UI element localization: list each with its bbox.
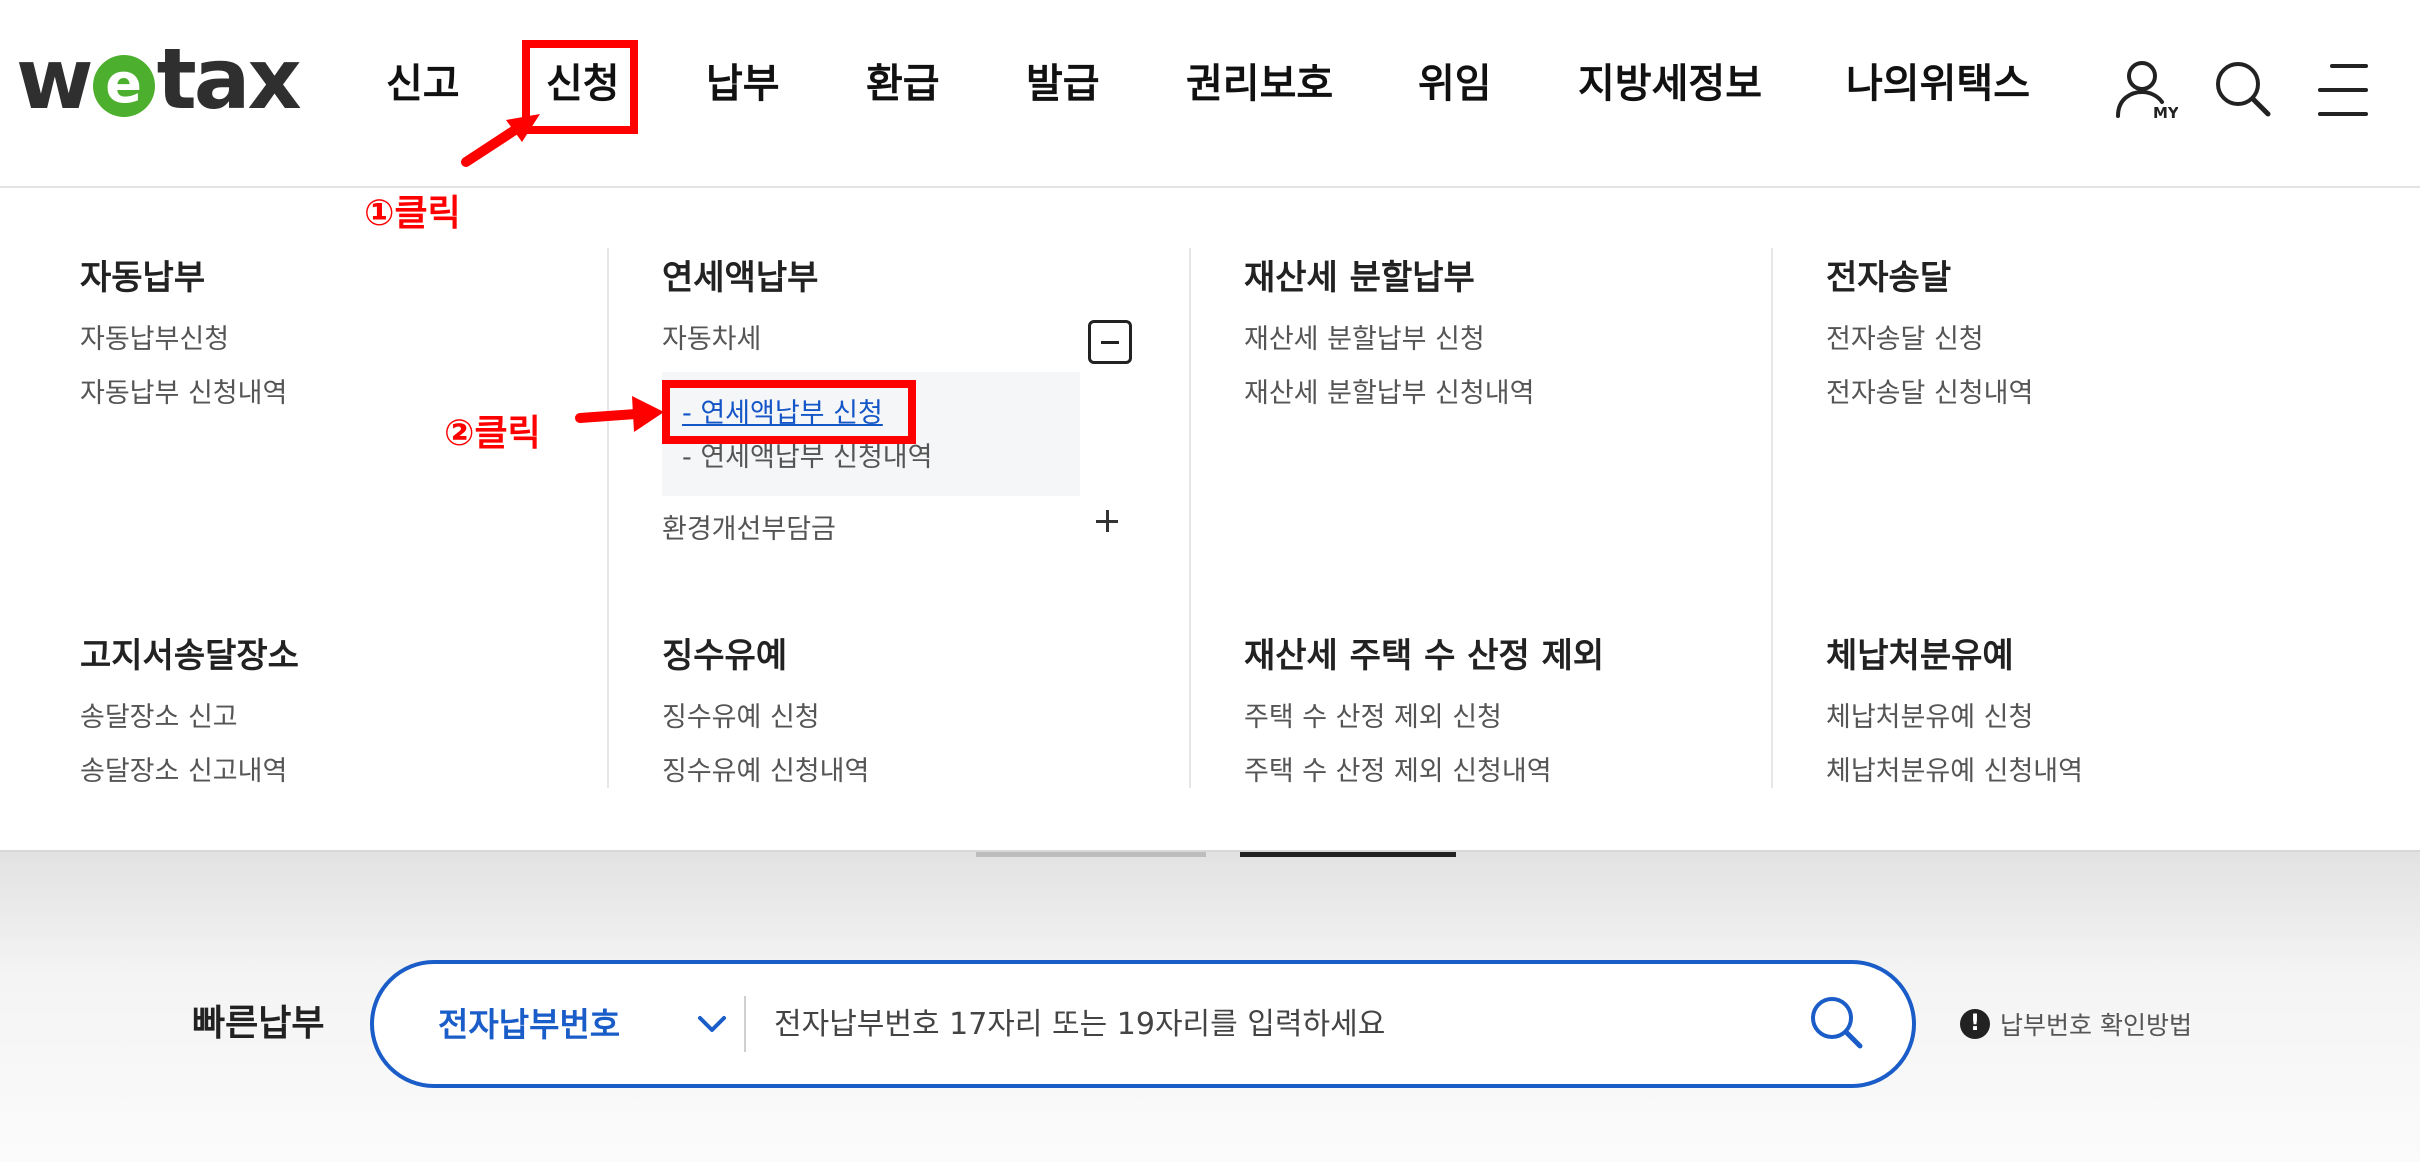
column-divider xyxy=(1189,248,1191,788)
group-title-property-installment: 재산세 분할납부 xyxy=(1244,258,1475,298)
group-title-e-delivery: 전자송달 xyxy=(1826,258,1952,298)
quick-pay-search-box: 전자납부번호 xyxy=(370,960,1916,1088)
wetax-logo[interactable]: w e tax xyxy=(16,30,302,128)
nav-item-issue[interactable]: 발급 xyxy=(1026,54,1100,114)
link-notice-address-history[interactable]: 송달장소 신고내역 xyxy=(80,754,287,790)
search-icon[interactable] xyxy=(2210,56,2276,122)
divider xyxy=(744,996,746,1052)
link-e-delivery-apply[interactable]: 전자송달 신청 xyxy=(1826,322,1984,358)
group-title-auto-pay: 자동납부 xyxy=(80,258,206,298)
nav-item-my-wetax[interactable]: 나의위택스 xyxy=(1846,54,2030,114)
link-house-count-exclusion-apply[interactable]: 주택 수 산정 제외 신청 xyxy=(1244,700,1502,736)
chevron-down-icon[interactable] xyxy=(694,1006,730,1042)
pay-type-select[interactable]: 전자납부번호 xyxy=(438,1004,620,1046)
nav-item-local-tax-info[interactable]: 지방세정보 xyxy=(1578,54,1762,114)
link-collection-deferral-history[interactable]: 징수유예 신청내역 xyxy=(662,754,869,790)
nav-item-report[interactable]: 신고 xyxy=(386,54,460,114)
link-vehicle-tax[interactable]: 자동차세 xyxy=(662,322,761,358)
payment-number-help-link[interactable]: ! 납부번호 확인방법 xyxy=(1960,1006,2192,1042)
logo-e: e xyxy=(92,55,155,117)
my-badge: MY xyxy=(2153,104,2178,122)
link-house-count-exclusion-history[interactable]: 주택 수 산정 제외 신청내역 xyxy=(1244,754,1552,790)
annotation-step1: ①클릭 xyxy=(364,193,461,234)
link-collection-deferral-apply[interactable]: 징수유예 신청 xyxy=(662,700,820,736)
link-auto-pay-apply[interactable]: 자동납부신청 xyxy=(80,322,229,358)
expand-env-charge-icon[interactable] xyxy=(1096,508,1124,536)
column-divider xyxy=(1771,248,1773,788)
alert-icon: ! xyxy=(1960,1009,1990,1039)
link-auto-pay-history[interactable]: 자동납부 신청내역 xyxy=(80,376,287,412)
link-property-installment-apply[interactable]: 재산세 분할납부 신청 xyxy=(1244,322,1485,358)
link-annual-pay-history[interactable]: - 연세액납부 신청내역 xyxy=(682,440,932,476)
site-header: w e tax 신고 신청 납부 환급 발급 권리보호 위임 지방세정보 나의위택스… xyxy=(0,0,2420,188)
user-my-icon[interactable]: MY xyxy=(2112,56,2180,122)
slider-indicator[interactable] xyxy=(976,852,1206,857)
link-arrears-deferral-history[interactable]: 체납처분유예 신청내역 xyxy=(1826,754,2083,790)
link-notice-address-report[interactable]: 송달장소 신고 xyxy=(80,700,238,736)
nav-item-pay[interactable]: 납부 xyxy=(706,54,780,114)
annotation-step2: ②클릭 xyxy=(444,413,541,454)
annotation-arrow-2 xyxy=(575,396,664,432)
payment-number-input[interactable] xyxy=(774,994,1774,1054)
link-arrears-deferral-apply[interactable]: 체납처분유예 신청 xyxy=(1826,700,2033,736)
logo-w: w xyxy=(16,30,94,128)
group-title-notice-address: 고지서송달장소 xyxy=(80,636,299,676)
nav-item-rights[interactable]: 권리보호 xyxy=(1186,54,1333,114)
annotation-arrow-1 xyxy=(461,114,540,167)
annotation-box-annual-pay-apply xyxy=(662,380,916,444)
column-divider xyxy=(607,248,609,788)
link-property-installment-history[interactable]: 재산세 분할납부 신청내역 xyxy=(1244,376,1534,412)
group-title-collection-deferral: 징수유예 xyxy=(662,636,788,676)
apply-mega-menu: 자동납부 자동납부신청 자동납부 신청내역 연세액납부 자동차세 - 연세액납부… xyxy=(0,188,2420,852)
group-title-house-count-exclusion: 재산세 주택 수 산정 제외 xyxy=(1244,636,1605,676)
menu-icon[interactable] xyxy=(2316,56,2382,122)
quick-pay-label: 빠른납부 xyxy=(192,1003,325,1044)
nav-item-delegate[interactable]: 위임 xyxy=(1418,54,1492,114)
link-e-delivery-history[interactable]: 전자송달 신청내역 xyxy=(1826,376,2033,412)
help-text: 납부번호 확인방법 xyxy=(2000,1011,2192,1040)
nav-item-refund[interactable]: 환급 xyxy=(866,54,940,114)
logo-tax: tax xyxy=(156,30,302,128)
group-title-arrears-deferral: 체납처분유예 xyxy=(1826,636,2014,676)
collapse-vehicle-tax-icon[interactable] xyxy=(1088,320,1132,364)
group-title-annual-pay: 연세액납부 xyxy=(662,258,819,298)
slider-indicator-active[interactable] xyxy=(1240,852,1456,857)
search-icon[interactable] xyxy=(1804,990,1870,1056)
link-env-charge[interactable]: 환경개선부담금 xyxy=(662,512,836,548)
